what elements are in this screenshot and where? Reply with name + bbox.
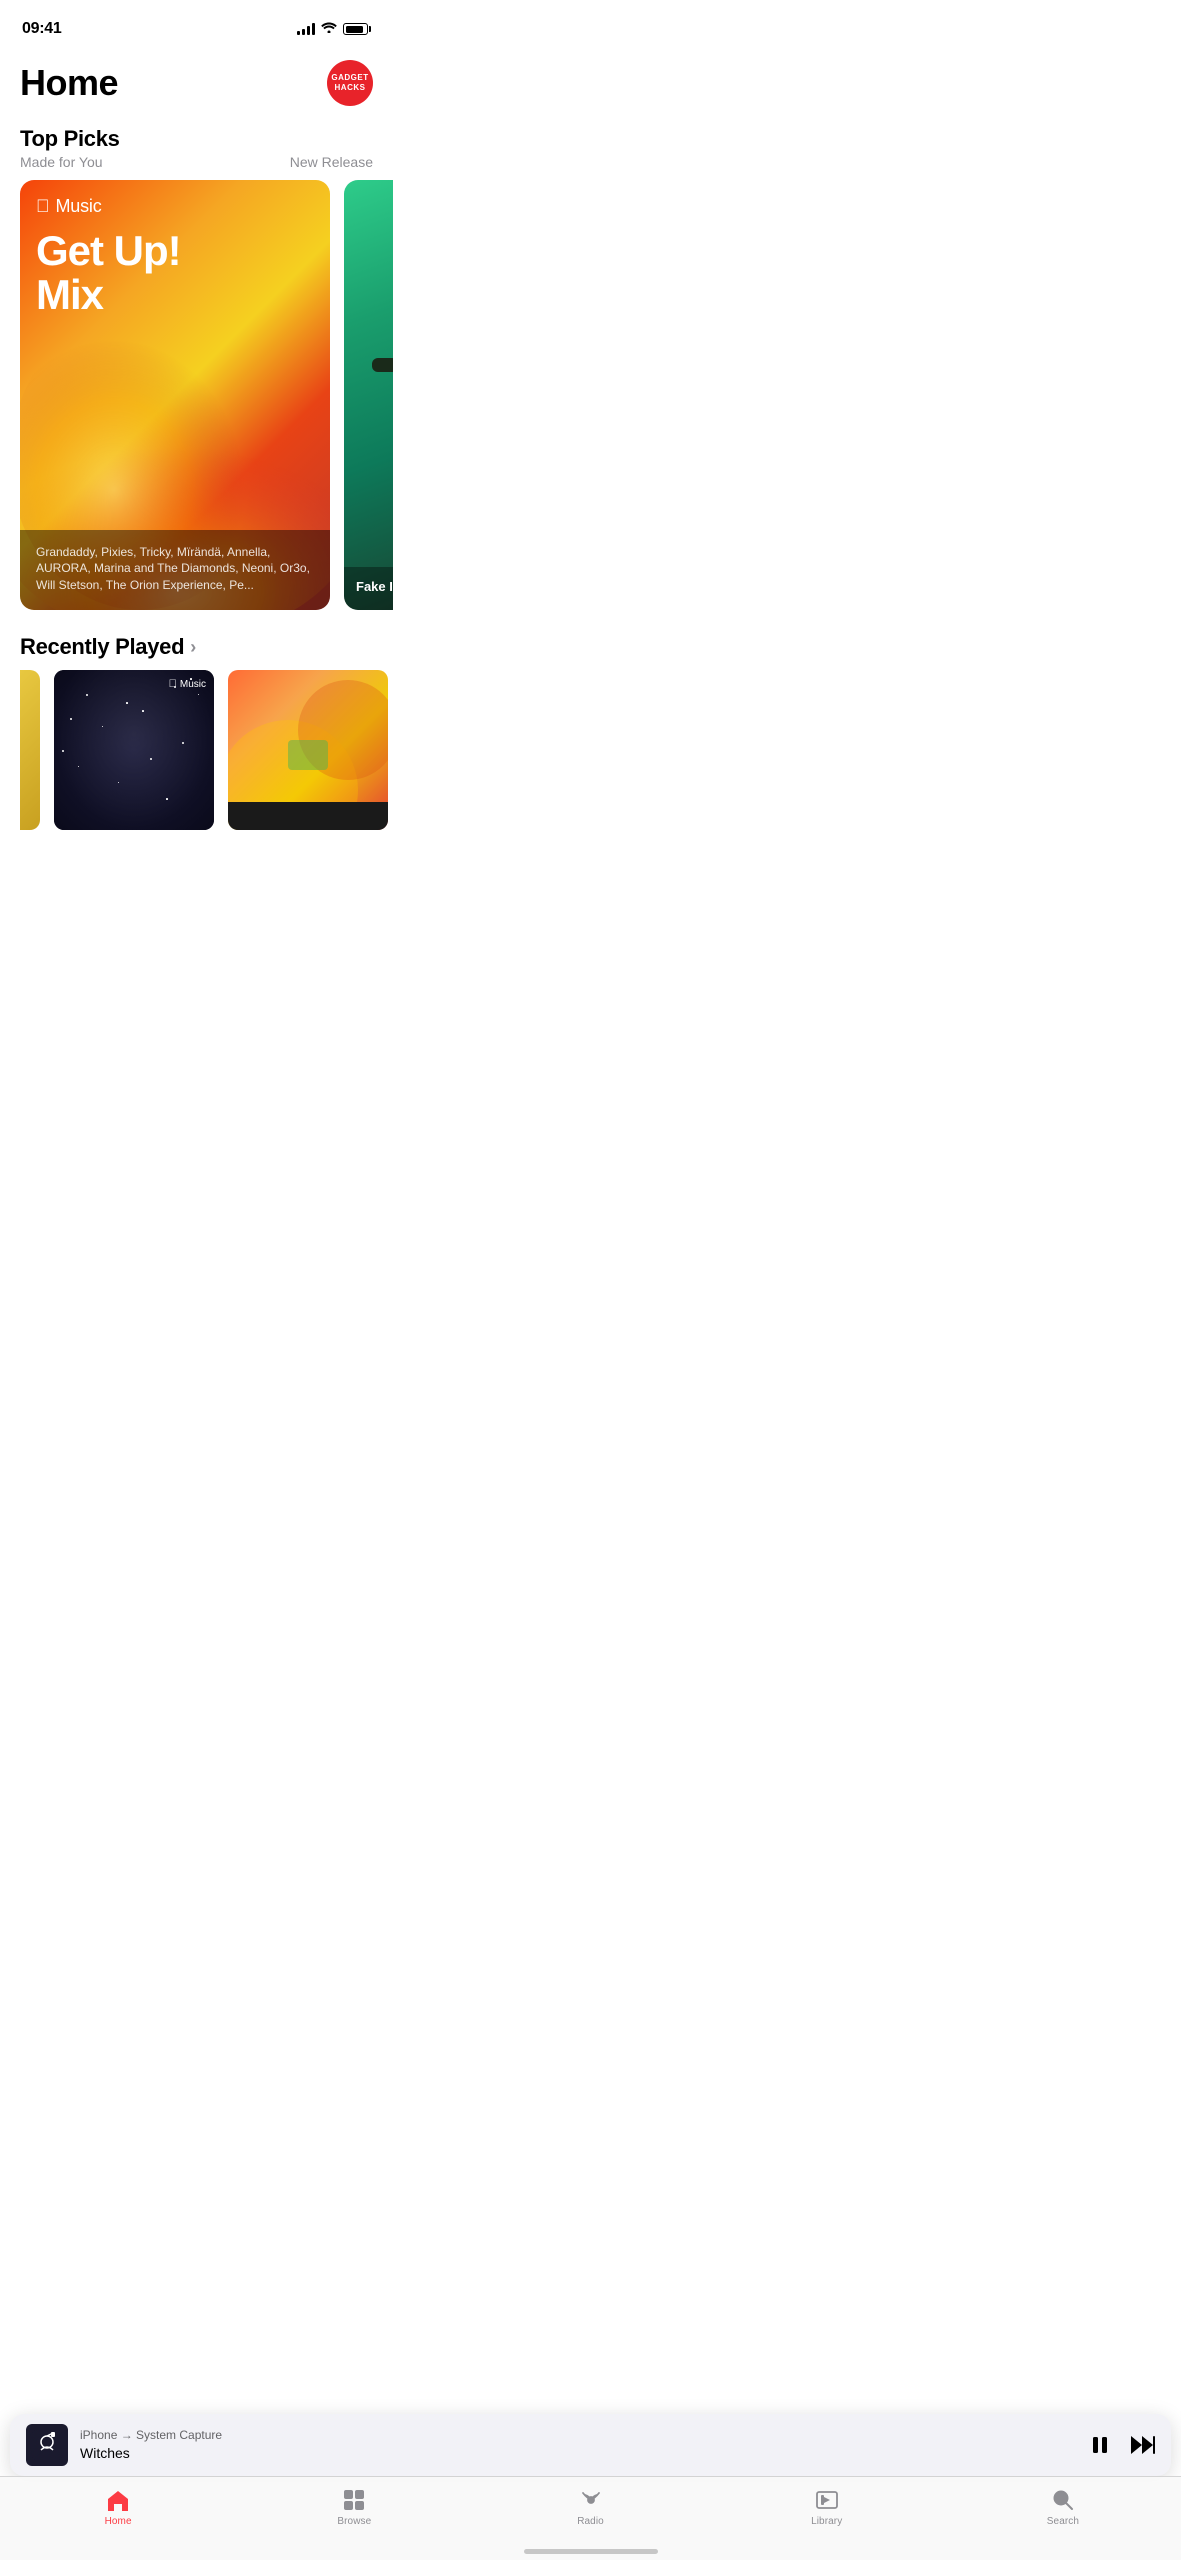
apple-music-text: Music (56, 196, 102, 217)
stars-background (54, 670, 214, 830)
battery-icon (343, 23, 371, 35)
now-playing-info: iPhone → System Capture Witches (80, 2428, 1077, 2462)
made-for-you-label: Made for You (20, 154, 103, 170)
now-playing-controls (1089, 2434, 1155, 2456)
pause-button[interactable] (1089, 2434, 1111, 2456)
search-tab-label: Search (1047, 2516, 1079, 2527)
status-bar: 09:41 (0, 0, 393, 50)
radio-tab-icon (578, 2487, 604, 2513)
second-card-title: Fake Is T... (356, 579, 393, 596)
now-playing-route: iPhone → System Capture (80, 2428, 1077, 2444)
apple-logo:  (36, 196, 50, 217)
card-title: Get Up! Mix (36, 229, 314, 317)
home-indicator (524, 2549, 658, 2554)
recently-played-scroll[interactable]:  Music (0, 670, 393, 830)
apple-music-badge-text: Music (180, 679, 206, 690)
card-description-overlay: Grandaddy, Pixies, Tricky, Mïrändä, Anne… (20, 530, 330, 610)
tab-library[interactable]: Library (709, 2477, 945, 2540)
person-figure (344, 280, 393, 560)
badge-line1: GADGET (331, 73, 368, 83)
artwork-icon (32, 2430, 62, 2460)
signal-icon (297, 23, 315, 35)
recent-card-warm[interactable] (228, 670, 388, 830)
library-tab-icon (814, 2487, 840, 2513)
get-up-mix-card[interactable]:  Music Get Up! Mix Grandaddy, Pixies, T… (20, 180, 330, 610)
page-header: Home GADGET HACKS (0, 50, 393, 118)
page-title: Home (20, 62, 118, 104)
search-tab-icon (1050, 2487, 1076, 2513)
status-time: 09:41 (22, 20, 61, 38)
top-picks-title: Top Picks (20, 126, 120, 151)
status-icons (297, 20, 371, 38)
recently-played-chevron: › (190, 637, 196, 658)
gadget-hacks-badge[interactable]: GADGET HACKS (327, 60, 373, 106)
second-card-overlay: Fake Is T... (344, 567, 393, 610)
card-description: Grandaddy, Pixies, Tricky, Mïrändä, Anne… (36, 544, 314, 594)
tab-browse[interactable]: Browse (236, 2477, 472, 2540)
home-tab-label: Home (105, 2516, 132, 2527)
now-playing-title: Witches (80, 2444, 1077, 2462)
new-release-card[interactable]: Fake Is T... (344, 180, 393, 610)
now-playing-artwork (26, 2424, 68, 2466)
recently-played-header[interactable]: Recently Played › (0, 610, 393, 670)
new-release-label: New Release (290, 154, 373, 170)
recent-card-partial[interactable] (20, 670, 40, 830)
now-playing-bar[interactable]: iPhone → System Capture Witches (10, 2414, 1171, 2476)
top-picks-subtitle-row: Made for You New Release (0, 152, 393, 180)
apple-music-logo:  Music (36, 196, 314, 217)
wifi-icon (321, 20, 337, 38)
browse-tab-icon (341, 2487, 367, 2513)
radio-tab-label: Radio (577, 2516, 604, 2527)
recent-card-night[interactable]:  Music (54, 670, 214, 830)
card-top-content:  Music Get Up! Mix (36, 196, 314, 317)
home-tab-icon (105, 2487, 131, 2513)
badge-line2: HACKS (335, 83, 366, 93)
tab-radio[interactable]: Radio (472, 2477, 708, 2540)
recently-played-title: Recently Played (20, 634, 184, 660)
apple-music-badge-night:  Music (169, 678, 206, 690)
browse-tab-label: Browse (337, 2516, 371, 2527)
top-picks-scroll[interactable]:  Music Get Up! Mix Grandaddy, Pixies, T… (0, 180, 393, 610)
tab-search[interactable]: Search (945, 2477, 1181, 2540)
tab-bar: Home Browse Radio (0, 2476, 1181, 2560)
library-tab-label: Library (811, 2516, 842, 2527)
top-picks-header: Top Picks (0, 118, 393, 152)
skip-forward-button[interactable] (1129, 2434, 1155, 2456)
tab-home[interactable]: Home (0, 2477, 236, 2540)
